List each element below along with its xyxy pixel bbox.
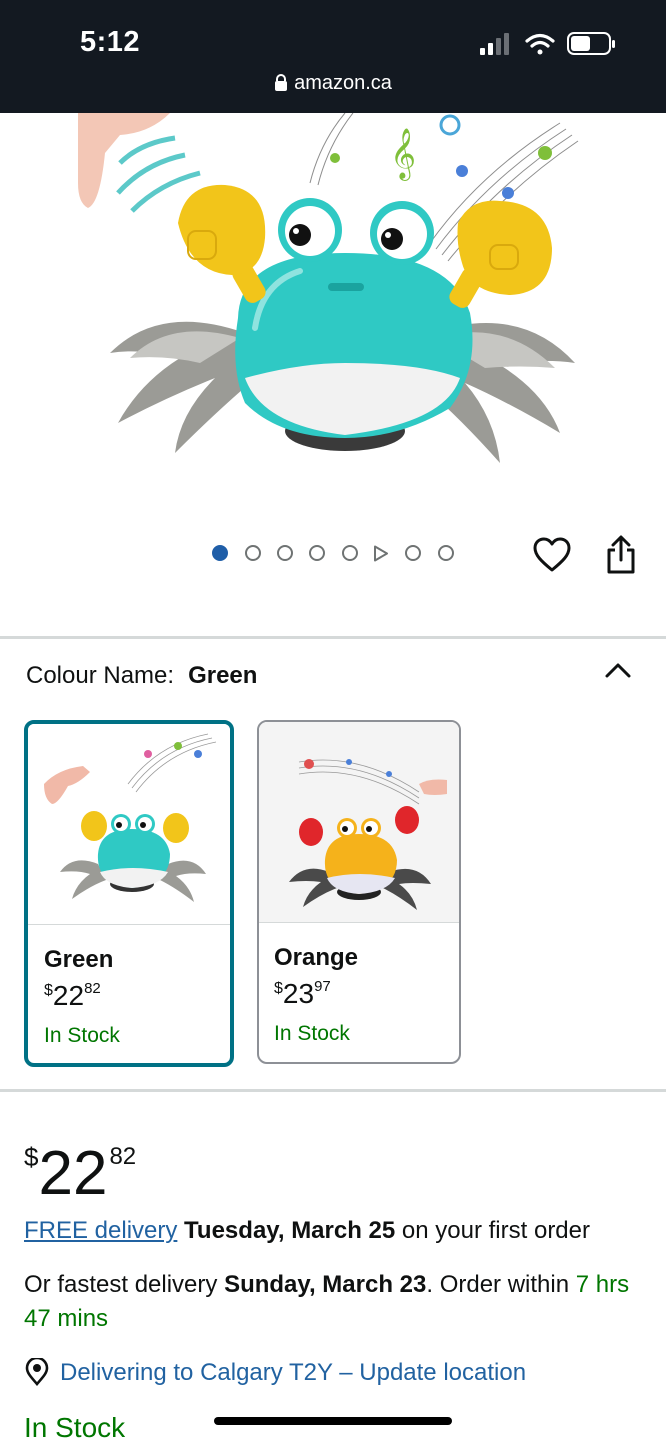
carousel-dot[interactable] — [342, 545, 358, 561]
variant-name: Green — [44, 946, 114, 973]
colour-label: Colour Name: — [26, 662, 175, 689]
colour-value: Green — [188, 662, 258, 689]
free-delivery-line: FREE delivery Tuesday, March 25 on your … — [24, 1214, 590, 1248]
status-time: 5:12 — [80, 26, 141, 58]
variant-name: Orange — [274, 944, 359, 971]
fastest-delivery-date: Sunday, March 23 — [224, 1271, 427, 1298]
delivery-location[interactable]: Delivering to Calgary T2Y – Update locat… — [24, 1356, 527, 1387]
variant-stock: In Stock — [44, 1024, 120, 1047]
battery-icon — [567, 32, 615, 55]
crab-toy-image: 𝄞 — [78, 113, 579, 463]
carousel-dot[interactable] — [405, 545, 421, 561]
variant-thumbnail — [28, 724, 230, 924]
product-price: $2282 — [24, 1139, 137, 1208]
free-delivery-suffix: on your first order — [395, 1217, 590, 1244]
variant-price: $2397 — [274, 978, 331, 1009]
variant-thumbnail — [259, 722, 459, 922]
variant-card-green[interactable]: Green $2282 In Stock — [24, 720, 234, 1067]
card-divider — [28, 924, 230, 925]
carousel-dot[interactable] — [438, 545, 454, 561]
svg-text:𝄞: 𝄞 — [390, 128, 416, 181]
home-indicator[interactable] — [214, 1417, 452, 1425]
url-text: amazon.ca — [294, 72, 392, 94]
heart-icon[interactable] — [533, 537, 571, 573]
variant-stock: In Stock — [274, 1022, 350, 1045]
fastest-delivery-line: Or fastest delivery Sunday, March 23. Or… — [24, 1268, 644, 1336]
status-icons — [480, 32, 615, 55]
carousel-dot[interactable] — [277, 545, 293, 561]
fastest-delivery-middle: . Order within — [426, 1271, 576, 1298]
signal-icon — [480, 33, 509, 55]
section-divider — [0, 636, 666, 639]
lock-icon — [275, 74, 288, 91]
carousel-dot[interactable] — [212, 545, 228, 561]
status-bar: 5:12 amazon.ca — [0, 0, 666, 113]
wifi-icon — [525, 33, 555, 55]
free-delivery-link[interactable]: FREE delivery — [24, 1217, 177, 1244]
card-divider — [259, 922, 459, 923]
carousel-dot[interactable] — [309, 545, 325, 561]
chevron-up-icon[interactable] — [604, 660, 632, 680]
free-delivery-date: Tuesday, March 25 — [184, 1217, 396, 1244]
section-divider — [0, 1089, 666, 1092]
variant-price: $2282 — [44, 980, 101, 1011]
delivery-location-text: Delivering to Calgary T2Y – Update locat… — [60, 1359, 527, 1386]
product-image[interactable]: 𝄞 — [0, 113, 666, 533]
url-bar[interactable]: amazon.ca — [0, 72, 666, 95]
fastest-delivery-prefix: Or fastest delivery — [24, 1271, 225, 1298]
video-play-icon[interactable] — [373, 545, 389, 562]
location-pin-icon — [25, 1356, 49, 1386]
share-icon[interactable] — [604, 535, 638, 575]
carousel-dot[interactable] — [245, 545, 261, 561]
variant-card-orange[interactable]: Orange $2397 In Stock — [257, 720, 461, 1064]
colour-name-row: Colour Name: Green — [26, 662, 257, 690]
availability-status: In Stock — [24, 1412, 126, 1443]
